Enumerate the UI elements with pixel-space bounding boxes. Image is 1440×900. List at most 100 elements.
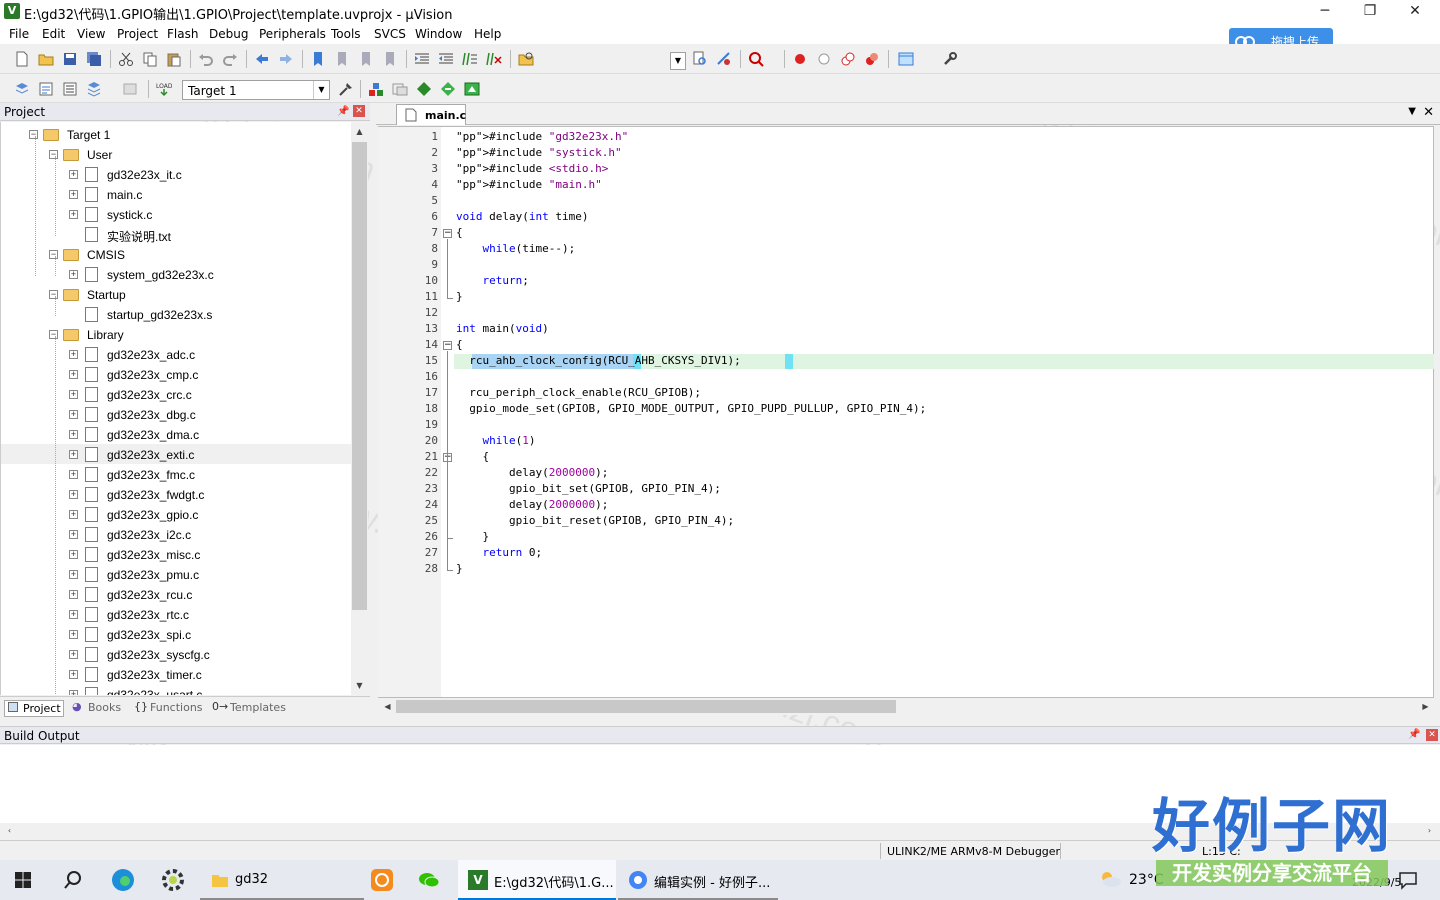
code-line[interactable]: { bbox=[456, 226, 463, 239]
menu-debug[interactable]: Debug bbox=[209, 27, 248, 41]
scroll-right-icon[interactable]: ▶ bbox=[1418, 699, 1433, 714]
tree-file-item[interactable]: + gd32e23x_syscfg.c bbox=[1, 644, 351, 664]
taskbar-item-browser[interactable]: 编辑实例 - 好例子... bbox=[618, 860, 778, 900]
code-line[interactable]: int main(void) bbox=[456, 322, 549, 335]
tree-file-item[interactable]: + main.c bbox=[1, 184, 351, 204]
code-line[interactable]: } bbox=[456, 562, 463, 575]
menu-tools[interactable]: Tools bbox=[331, 27, 361, 41]
code-line[interactable]: } bbox=[456, 530, 489, 543]
collapse-icon[interactable]: − bbox=[29, 130, 38, 139]
expand-icon[interactable]: + bbox=[69, 210, 78, 219]
navigate-forward-icon[interactable] bbox=[278, 51, 294, 67]
menu-svcs[interactable]: SVCS bbox=[374, 27, 406, 41]
find-combo-dropdown[interactable]: ▼ bbox=[670, 52, 686, 70]
edge-browser-icon[interactable] bbox=[110, 867, 136, 893]
tree-file-item[interactable]: + gd32e23x_i2c.c bbox=[1, 524, 351, 544]
expand-icon[interactable]: + bbox=[69, 370, 78, 379]
close-tab-icon[interactable]: ✕ bbox=[1423, 105, 1434, 120]
tree-file-item[interactable]: + gd32e23x_fmc.c bbox=[1, 464, 351, 484]
build-output-close-button[interactable]: ✕ bbox=[1426, 729, 1438, 741]
code-fold-icon[interactable]: − bbox=[443, 341, 452, 350]
tree-file-item[interactable]: + gd32e23x_fwdgt.c bbox=[1, 484, 351, 504]
scroll-up-icon[interactable]: ▲ bbox=[352, 124, 367, 139]
tab-project[interactable]: Project bbox=[4, 700, 64, 717]
pin-icon[interactable]: 📌 bbox=[337, 106, 349, 117]
tree-file-item[interactable]: + system_gd32e23x.c bbox=[1, 264, 351, 284]
open-folder-icon[interactable] bbox=[38, 51, 54, 67]
expand-icon[interactable]: + bbox=[69, 410, 78, 419]
collapse-icon[interactable]: − bbox=[49, 150, 58, 159]
scroll-down-icon[interactable]: ▼ bbox=[352, 678, 367, 693]
cut-icon[interactable] bbox=[118, 51, 134, 67]
select-packs-icon[interactable] bbox=[392, 81, 408, 97]
redo-icon[interactable] bbox=[222, 51, 238, 67]
menu-peripherals[interactable]: Peripherals bbox=[259, 27, 326, 41]
uncomment-icon[interactable] bbox=[486, 51, 502, 67]
tree-file-item[interactable]: + gd32e23x_spi.c bbox=[1, 624, 351, 644]
menu-flash[interactable]: Flash bbox=[167, 27, 198, 41]
tree-folder-item[interactable]: − Library bbox=[1, 324, 351, 344]
debug-session-icon[interactable] bbox=[748, 51, 764, 67]
tree-file-item[interactable]: startup_gd32e23x.s bbox=[1, 304, 351, 324]
undo-icon[interactable] bbox=[198, 51, 214, 67]
maximize-button[interactable]: ❐ bbox=[1347, 0, 1393, 24]
save-all-icon[interactable] bbox=[86, 51, 102, 67]
code-line[interactable]: rcu_periph_clock_enable(RCU_GPIOB); bbox=[456, 386, 701, 399]
taskbar-item-uvision[interactable]: V E:\gd32\代码\1.G... bbox=[458, 860, 616, 900]
expand-icon[interactable]: + bbox=[69, 470, 78, 479]
tree-file-item[interactable]: + gd32e23x_dbg.c bbox=[1, 404, 351, 424]
expand-icon[interactable]: + bbox=[69, 570, 78, 579]
code-line[interactable]: { bbox=[456, 450, 489, 463]
code-line[interactable]: return 0; bbox=[456, 546, 543, 559]
configure-icon[interactable] bbox=[942, 51, 958, 67]
orange-app-icon[interactable] bbox=[370, 868, 394, 892]
expand-icon[interactable]: + bbox=[69, 450, 78, 459]
window-layout-icon[interactable] bbox=[898, 51, 914, 67]
translate-icon[interactable] bbox=[14, 81, 30, 97]
project-tree-scroll-thumb[interactable] bbox=[352, 142, 367, 610]
code-line[interactable]: } bbox=[456, 290, 463, 303]
code-line[interactable]: delay(2000000); bbox=[456, 498, 608, 511]
tab-templates[interactable]: 0→ Templates bbox=[212, 700, 288, 717]
pack-installer-icon[interactable] bbox=[416, 81, 432, 97]
expand-icon[interactable]: + bbox=[69, 350, 78, 359]
editor-horizontal-scroll-thumb[interactable] bbox=[396, 700, 896, 713]
tree-file-item[interactable]: + gd32e23x_pmu.c bbox=[1, 564, 351, 584]
target-select[interactable]: Target 1 ▼ bbox=[182, 80, 330, 100]
search-icon[interactable] bbox=[63, 870, 83, 890]
expand-icon[interactable]: + bbox=[69, 490, 78, 499]
tree-file-item[interactable]: + gd32e23x_rcu.c bbox=[1, 584, 351, 604]
paste-icon[interactable] bbox=[166, 51, 182, 67]
incremental-find-icon[interactable] bbox=[716, 51, 732, 67]
expand-icon[interactable]: + bbox=[69, 630, 78, 639]
expand-icon[interactable]: + bbox=[69, 510, 78, 519]
expand-icon[interactable]: + bbox=[69, 650, 78, 659]
scroll-right-icon[interactable]: › bbox=[1422, 823, 1437, 838]
bookmark-toggle-icon[interactable] bbox=[310, 51, 326, 67]
notification-icon[interactable] bbox=[1398, 870, 1418, 890]
code-line[interactable]: delay(2000000); bbox=[456, 466, 608, 479]
copy-icon[interactable] bbox=[142, 51, 158, 67]
batch-build-icon[interactable] bbox=[86, 81, 102, 97]
expand-icon[interactable]: + bbox=[69, 670, 78, 679]
indent-icon[interactable] bbox=[414, 51, 430, 67]
bookmark-previous-icon[interactable] bbox=[334, 51, 350, 67]
code-line[interactable]: "pp">#include "main.h" bbox=[456, 178, 602, 191]
expand-icon[interactable]: + bbox=[69, 390, 78, 399]
expand-icon[interactable]: + bbox=[69, 610, 78, 619]
wechat-icon[interactable] bbox=[417, 868, 441, 892]
tree-file-item[interactable]: + gd32e23x_gpio.c bbox=[1, 504, 351, 524]
tree-file-item[interactable]: + gd32e23x_misc.c bbox=[1, 544, 351, 564]
tabs-dropdown-icon[interactable]: ▼ bbox=[1408, 106, 1416, 117]
tree-file-item[interactable]: + systick.c bbox=[1, 204, 351, 224]
taskbar-item-gd32[interactable]: gd32 bbox=[200, 860, 364, 900]
tree-target-item[interactable]: − Target 1 bbox=[1, 124, 351, 144]
disable-all-breakpoints-icon[interactable] bbox=[840, 51, 856, 67]
expand-icon[interactable]: + bbox=[69, 690, 78, 695]
chevron-down-icon[interactable]: ▼ bbox=[313, 81, 329, 99]
rebuild-icon[interactable] bbox=[62, 81, 78, 97]
insert-breakpoint-icon[interactable] bbox=[792, 51, 808, 67]
menu-edit[interactable]: Edit bbox=[42, 27, 65, 41]
collapse-icon[interactable]: − bbox=[49, 290, 58, 299]
tree-file-item[interactable]: + gd32e23x_usart.c bbox=[1, 684, 351, 695]
